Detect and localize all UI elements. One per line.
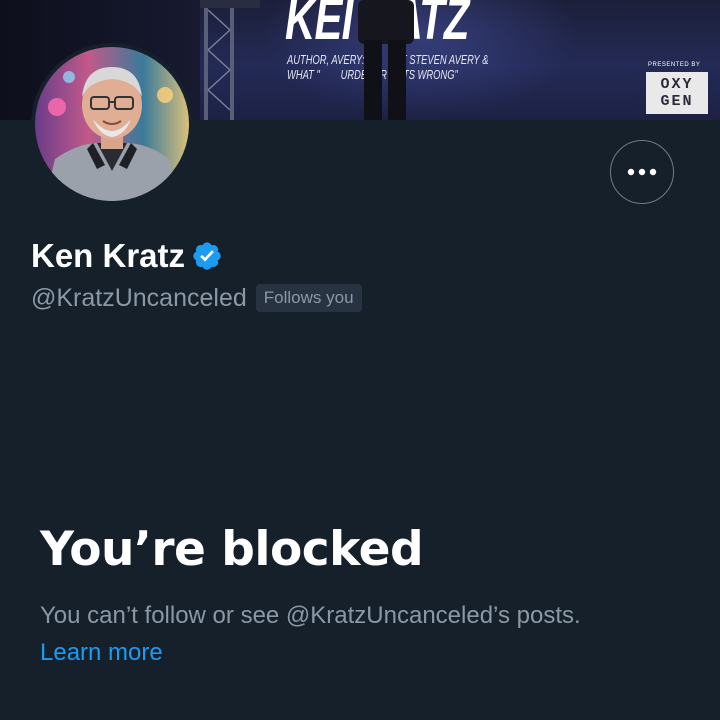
profile-handle-row: @KratzUncanceled Follows you [31, 282, 362, 314]
learn-more-link[interactable]: Learn more [40, 637, 163, 669]
speaker-silhouette [358, 0, 414, 120]
display-name: Ken Kratz [31, 237, 186, 274]
avatar-image [35, 47, 189, 201]
blocked-title: You’re blocked [40, 522, 424, 577]
profile-page: KEI RATZ AUTHOR, AVERY: NST STEVEN AVERY… [0, 0, 720, 720]
user-handle: @KratzUncanceled [31, 284, 247, 312]
avatar[interactable] [31, 43, 193, 205]
verified-badge-icon [193, 242, 221, 270]
network-logo: OXY GEN [646, 72, 708, 114]
more-options-button[interactable] [610, 140, 674, 204]
stage-truss-graphic [200, 0, 260, 120]
presented-by-label: PRESENTED BY [648, 62, 701, 68]
profile-name-row: Ken Kratz [31, 234, 223, 278]
more-horizontal-icon [627, 168, 657, 176]
blocked-description: You can’t follow or see @KratzUncanceled… [40, 602, 581, 629]
follows-you-badge: Follows you [255, 284, 362, 312]
